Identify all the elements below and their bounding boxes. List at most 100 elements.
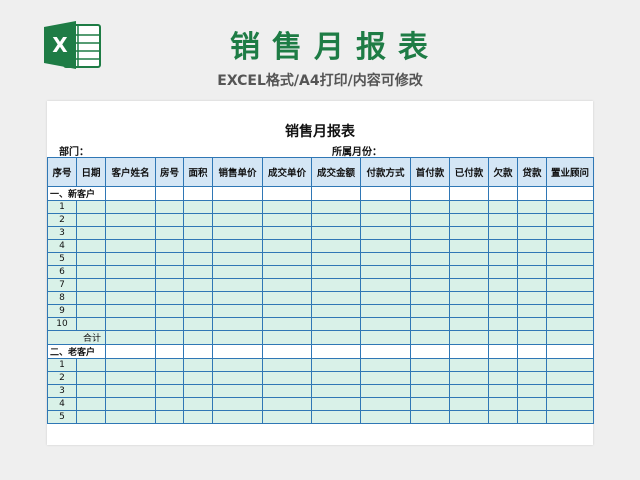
- table-cell[interactable]: [183, 371, 213, 385]
- table-cell[interactable]: [517, 226, 547, 240]
- table-cell[interactable]: [212, 200, 263, 214]
- table-cell[interactable]: [105, 397, 156, 411]
- table-cell[interactable]: [311, 397, 361, 411]
- table-cell[interactable]: [183, 344, 213, 359]
- table-cell[interactable]: [105, 200, 156, 214]
- table-cell[interactable]: [155, 239, 184, 253]
- table-cell[interactable]: [76, 252, 106, 266]
- table-cell[interactable]: [155, 278, 184, 292]
- table-cell[interactable]: [105, 252, 156, 266]
- table-cell[interactable]: [212, 371, 263, 385]
- table-cell[interactable]: [155, 371, 184, 385]
- table-cell[interactable]: [311, 200, 361, 214]
- table-cell[interactable]: [449, 330, 489, 345]
- table-cell[interactable]: [488, 186, 518, 201]
- table-cell[interactable]: [311, 344, 361, 359]
- table-cell[interactable]: [517, 344, 547, 359]
- table-cell[interactable]: [183, 265, 213, 279]
- table-cell[interactable]: [517, 239, 547, 253]
- table-cell[interactable]: [105, 304, 156, 318]
- table-cell[interactable]: [155, 410, 184, 424]
- table-cell[interactable]: [262, 371, 312, 385]
- table-cell[interactable]: [155, 265, 184, 279]
- table-cell[interactable]: [262, 200, 312, 214]
- table-cell[interactable]: [311, 358, 361, 372]
- table-cell[interactable]: [360, 291, 411, 305]
- table-cell[interactable]: [183, 330, 213, 345]
- table-cell[interactable]: [517, 384, 547, 398]
- table-cell[interactable]: [262, 226, 312, 240]
- table-cell[interactable]: [183, 239, 213, 253]
- table-cell[interactable]: [262, 304, 312, 318]
- table-cell[interactable]: [155, 291, 184, 305]
- table-cell[interactable]: [449, 186, 489, 201]
- table-cell[interactable]: [546, 344, 594, 359]
- table-cell[interactable]: [360, 317, 411, 331]
- table-cell[interactable]: [488, 358, 518, 372]
- table-cell[interactable]: [546, 371, 594, 385]
- table-cell[interactable]: [449, 278, 489, 292]
- table-cell[interactable]: [546, 226, 594, 240]
- table-cell[interactable]: [212, 384, 263, 398]
- table-cell[interactable]: [183, 186, 213, 201]
- table-cell[interactable]: [546, 186, 594, 201]
- table-cell[interactable]: [105, 410, 156, 424]
- table-cell[interactable]: [449, 358, 489, 372]
- table-cell[interactable]: [488, 410, 518, 424]
- table-cell[interactable]: [212, 291, 263, 305]
- table-cell[interactable]: [360, 252, 411, 266]
- table-cell[interactable]: [76, 200, 106, 214]
- table-cell[interactable]: [449, 226, 489, 240]
- table-cell[interactable]: [212, 410, 263, 424]
- table-cell[interactable]: [449, 239, 489, 253]
- table-cell[interactable]: [105, 317, 156, 331]
- table-cell[interactable]: [517, 213, 547, 227]
- table-cell[interactable]: [76, 371, 106, 385]
- table-cell[interactable]: [517, 265, 547, 279]
- table-cell[interactable]: [155, 252, 184, 266]
- table-cell[interactable]: [449, 252, 489, 266]
- table-cell[interactable]: [212, 226, 263, 240]
- table-cell[interactable]: [449, 317, 489, 331]
- table-cell[interactable]: [449, 397, 489, 411]
- table-cell[interactable]: [360, 278, 411, 292]
- table-cell[interactable]: [449, 410, 489, 424]
- table-cell[interactable]: [262, 330, 312, 345]
- table-cell[interactable]: [262, 344, 312, 359]
- table-cell[interactable]: [76, 265, 106, 279]
- table-cell[interactable]: [76, 239, 106, 253]
- table-cell[interactable]: [212, 252, 263, 266]
- table-cell[interactable]: [360, 397, 411, 411]
- table-cell[interactable]: [449, 384, 489, 398]
- table-cell[interactable]: [449, 200, 489, 214]
- table-cell[interactable]: [76, 213, 106, 227]
- table-cell[interactable]: [410, 304, 450, 318]
- table-cell[interactable]: [517, 304, 547, 318]
- table-cell[interactable]: [155, 186, 184, 201]
- table-cell[interactable]: [488, 384, 518, 398]
- table-cell[interactable]: [76, 384, 106, 398]
- table-cell[interactable]: [183, 252, 213, 266]
- table-cell[interactable]: [488, 252, 518, 266]
- table-cell[interactable]: [546, 330, 594, 345]
- table-cell[interactable]: [311, 304, 361, 318]
- table-cell[interactable]: [105, 358, 156, 372]
- table-cell[interactable]: [410, 265, 450, 279]
- table-cell[interactable]: [410, 278, 450, 292]
- table-cell[interactable]: [76, 358, 106, 372]
- table-cell[interactable]: [183, 304, 213, 318]
- table-cell[interactable]: [311, 265, 361, 279]
- table-cell[interactable]: [546, 200, 594, 214]
- table-cell[interactable]: [546, 304, 594, 318]
- table-cell[interactable]: [488, 213, 518, 227]
- table-cell[interactable]: [410, 397, 450, 411]
- table-cell[interactable]: [517, 278, 547, 292]
- table-cell[interactable]: [155, 344, 184, 359]
- table-cell[interactable]: [105, 291, 156, 305]
- table-cell[interactable]: [183, 384, 213, 398]
- table-cell[interactable]: [360, 410, 411, 424]
- table-cell[interactable]: [360, 186, 411, 201]
- table-cell[interactable]: [360, 200, 411, 214]
- table-cell[interactable]: [517, 252, 547, 266]
- table-cell[interactable]: [155, 317, 184, 331]
